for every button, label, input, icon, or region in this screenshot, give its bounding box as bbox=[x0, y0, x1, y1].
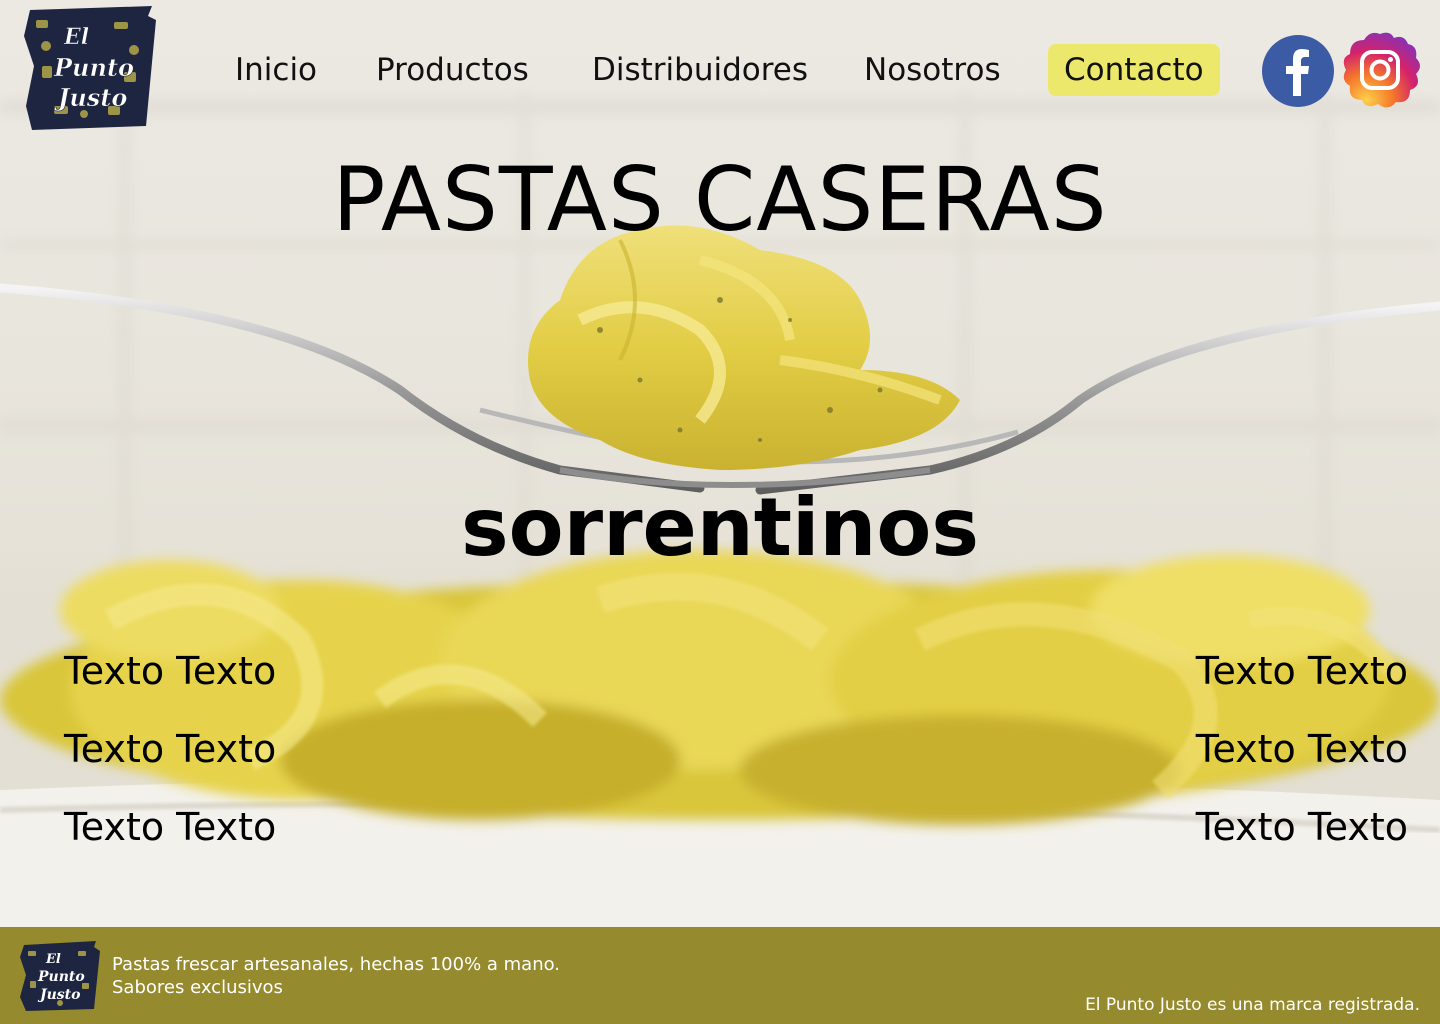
right-text-item: Texto Texto bbox=[1195, 727, 1408, 771]
right-text-column: Texto Texto Texto Texto Texto Texto bbox=[1196, 632, 1408, 866]
nav-item-nosotros[interactable]: Nosotros bbox=[864, 44, 1001, 96]
right-text-item: Texto Texto bbox=[1195, 805, 1408, 849]
nav-item-contacto[interactable]: Contacto bbox=[1048, 44, 1220, 96]
page-title: PASTAS CASERAS bbox=[332, 148, 1108, 251]
product-subtitle: sorrentinos bbox=[461, 481, 979, 574]
footer-logo-text-line1: El bbox=[45, 952, 61, 967]
instagram-icon[interactable] bbox=[1338, 28, 1422, 116]
left-text-column: Texto Texto Texto Texto Texto Texto bbox=[64, 632, 276, 866]
logo-text-line1: El bbox=[63, 24, 89, 50]
footer-description: Pastas frescar artesanales, hechas 100% … bbox=[112, 953, 560, 999]
nav-item-productos[interactable]: Productos bbox=[376, 44, 529, 96]
logo-text-line3: Justo bbox=[54, 83, 127, 112]
nav-item-inicio[interactable]: Inicio bbox=[235, 44, 317, 96]
footer-logo[interactable]: El Punto Justo bbox=[20, 941, 100, 1011]
footer-legal-notice: El Punto Justo es una marca registrada. bbox=[1085, 995, 1420, 1015]
right-text-item: Texto Texto bbox=[1195, 649, 1408, 693]
footer-logo-text-line3: Justo bbox=[37, 987, 81, 1003]
nav-item-distribuidores[interactable]: Distribuidores bbox=[592, 44, 808, 96]
facebook-icon[interactable] bbox=[1261, 34, 1335, 112]
left-text-item: Texto Texto bbox=[64, 649, 277, 693]
left-text-item: Texto Texto bbox=[64, 727, 277, 771]
footer-logo-text-line2: Punto bbox=[37, 969, 85, 985]
footer: El Punto Justo Pastas frescar artesanale… bbox=[0, 927, 1440, 1024]
logo-text-line2: Punto bbox=[53, 53, 134, 82]
footer-description-line2: Sabores exclusivos bbox=[112, 977, 283, 998]
left-text-item: Texto Texto bbox=[64, 805, 277, 849]
footer-description-line1: Pastas frescar artesanales, hechas 100% … bbox=[112, 954, 561, 975]
brand-logo[interactable]: El Punto Justo bbox=[24, 6, 156, 130]
